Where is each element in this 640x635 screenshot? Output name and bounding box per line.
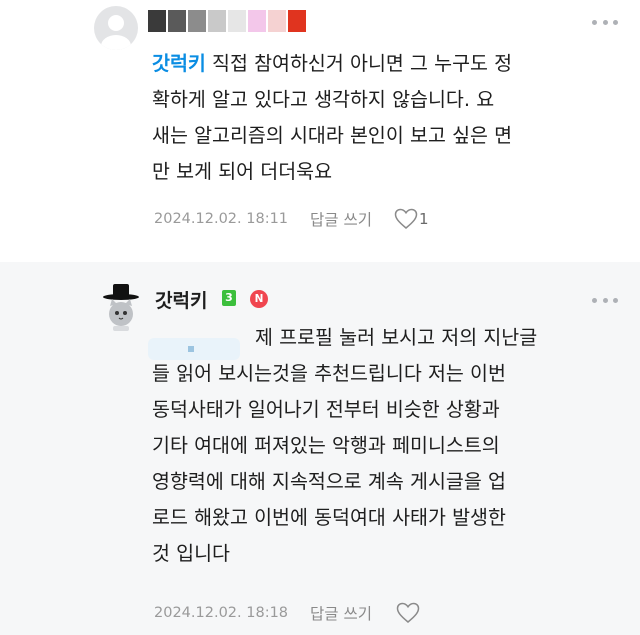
comment-text: 제 프로필 눌러 보시고 저의 지난글들 읽어 보시는것을 추천드립니다 저는 … xyxy=(152,320,538,572)
comment-1: 갓럭키 직접 참여하신거 아니면 그 누구도 정 확하게 알고 있다고 생각하지… xyxy=(0,0,640,255)
blurred-username[interactable] xyxy=(148,10,308,32)
timestamp: 2024.12.02. 18:11 xyxy=(154,211,289,227)
comment-text-line: 영향력에 대해 지속적으로 계속 게시글을 업 xyxy=(152,470,506,493)
mention-link[interactable]: 갓럭키 xyxy=(152,52,206,75)
like-button[interactable] xyxy=(396,602,420,624)
heart-icon xyxy=(394,208,418,229)
comment-text-line: 것 입니다 xyxy=(152,542,230,565)
timestamp: 2024.12.02. 18:18 xyxy=(154,605,289,621)
comment-text-line: 로드 해왔고 이번에 동덕여대 사태가 발생한 xyxy=(152,506,506,529)
new-badge: N xyxy=(250,290,268,308)
comment-meta: 2024.12.02. 18:11 답글 쓰기 1 xyxy=(154,208,429,230)
comment-body: 제 프로필 눌러 보시고 저의 지난글들 읽어 보시는것을 추천드립니다 저는 … xyxy=(152,320,538,572)
like-button[interactable]: 1 xyxy=(394,208,429,230)
comment-body: 갓럭키 직접 참여하신거 아니면 그 누구도 정 확하게 알고 있다고 생각하지… xyxy=(152,46,622,190)
comment-text-line: 제 프로필 눌러 보시고 저의 지난글 xyxy=(255,326,538,349)
level-badge: 3 xyxy=(222,290,236,306)
comment-text-line: 동덕사태가 일어나기 전부터 비슷한 상황과 xyxy=(152,398,500,421)
more-options-icon[interactable] xyxy=(592,295,618,305)
comment-meta: 2024.12.02. 18:18 답글 쓰기 xyxy=(154,602,420,624)
default-avatar-icon[interactable] xyxy=(94,6,138,50)
more-options-icon[interactable] xyxy=(592,17,618,27)
reply-button[interactable]: 답글 쓰기 xyxy=(310,208,372,230)
author-name[interactable]: 갓럭키 xyxy=(155,286,207,313)
comment-text-line: 들 읽어 보시는것을 추천드립니다 저는 이번 xyxy=(152,362,506,385)
comment-text: 직접 참여하신거 아니면 그 누구도 정 확하게 알고 있다고 생각하지 않습니… xyxy=(152,52,513,183)
like-count: 1 xyxy=(419,210,429,228)
comment-2: 갓럭키 3 N 제 프로필 눌러 보시고 저의 지난글들 읽어 보시는것을 추천… xyxy=(0,262,640,635)
cat-hat-avatar[interactable] xyxy=(96,282,146,332)
reply-button[interactable]: 답글 쓰기 xyxy=(310,602,372,624)
comment-text-line: 기타 여대에 퍼져있는 악행과 페미니스트의 xyxy=(152,434,500,457)
heart-icon xyxy=(396,602,420,623)
